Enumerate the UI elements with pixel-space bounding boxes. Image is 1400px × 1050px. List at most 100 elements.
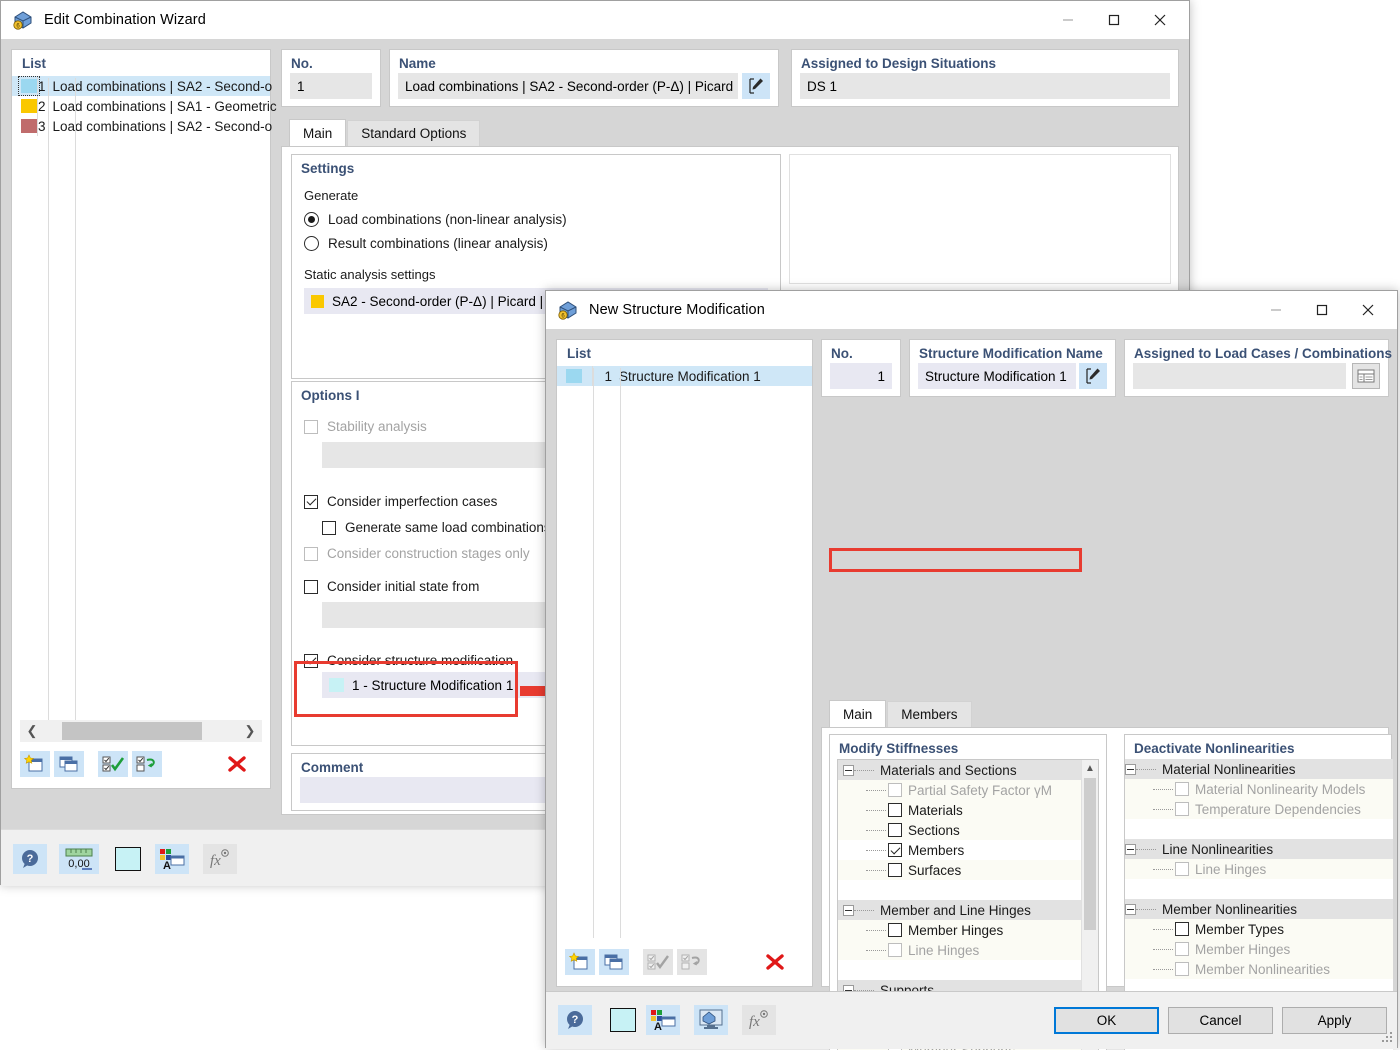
- checkbox-icon[interactable]: [888, 843, 902, 857]
- list-item[interactable]: 1 Structure Modification 1: [557, 366, 812, 386]
- window1-name-field[interactable]: Load combinations | SA2 - Second-order (…: [398, 73, 738, 99]
- select-all-icon[interactable]: [643, 949, 673, 975]
- render-text-icon[interactable]: A: [155, 843, 189, 874]
- window2-tabstrip: Main Members: [829, 700, 973, 727]
- tree-item-sections[interactable]: Sections: [838, 820, 1098, 840]
- collapse-icon[interactable]: [1125, 763, 1136, 775]
- checkbox-icon[interactable]: [1175, 942, 1189, 956]
- collapse-icon[interactable]: [1125, 843, 1136, 855]
- cancel-button[interactable]: Cancel: [1168, 1006, 1273, 1034]
- minimize-button[interactable]: [1045, 1, 1091, 39]
- render-text-icon[interactable]: A: [646, 1005, 680, 1035]
- tree-item-surfaces[interactable]: Surfaces: [838, 860, 1098, 880]
- checkbox-icon[interactable]: [1175, 782, 1189, 796]
- checkbox-icon[interactable]: [1175, 862, 1189, 876]
- collapse-icon[interactable]: [843, 904, 854, 916]
- checkbox-icon[interactable]: [888, 923, 902, 937]
- list-item[interactable]: 1 Load combinations | SA2 - Second-o: [12, 76, 272, 96]
- checkbox-icon[interactable]: [1175, 922, 1189, 936]
- tree-group-member-nonlinearities[interactable]: Member Nonlinearities: [1125, 899, 1393, 919]
- delete-item-icon[interactable]: [760, 949, 790, 975]
- close-button[interactable]: [1137, 1, 1183, 39]
- copy-item-icon[interactable]: [54, 751, 84, 777]
- radio-icon: [304, 212, 319, 227]
- checkbox-icon[interactable]: [888, 823, 902, 837]
- close-button[interactable]: [1345, 291, 1391, 329]
- tree-group-materials-and-sections[interactable]: Materials and Sections: [838, 760, 1098, 780]
- tree-item-member-hinges[interactable]: Member Hinges: [838, 920, 1098, 940]
- radio-load-combinations[interactable]: Load combinations (non-linear analysis): [304, 212, 768, 227]
- checkbox-icon[interactable]: [888, 803, 902, 817]
- window2-bottom-toolbar: ? A fx OK Cancel Apply: [546, 991, 1397, 1049]
- tree-group-line-nonlinearities[interactable]: Line Nonlinearities: [1125, 839, 1393, 859]
- tree-group-member-and-line-hinges[interactable]: Member and Line Hinges: [838, 900, 1098, 920]
- resize-grip-icon[interactable]: [1382, 1032, 1394, 1044]
- checkbox-icon[interactable]: [888, 783, 902, 797]
- collapse-icon[interactable]: [843, 764, 854, 776]
- svg-text:A: A: [654, 1021, 662, 1031]
- window1-no-field[interactable]: 1: [290, 73, 372, 99]
- tab-main[interactable]: Main: [829, 700, 887, 727]
- select-all-icon[interactable]: [98, 751, 128, 777]
- scroll-left-icon[interactable]: ❮: [20, 723, 44, 739]
- window1-preview-panel: [789, 154, 1171, 284]
- deactivate-nonlinearities-title: Deactivate Nonlinearities: [1134, 741, 1295, 756]
- minimize-button[interactable]: [1253, 291, 1299, 329]
- pencil-box-icon[interactable]: [742, 73, 770, 99]
- checkbox-icon[interactable]: [1175, 962, 1189, 976]
- tree-item-partial-safety-factor[interactable]: Partial Safety Factor γM: [838, 780, 1098, 800]
- radio-result-combinations[interactable]: Result combinations (linear analysis): [304, 236, 768, 251]
- svg-text:fx: fx: [749, 1014, 760, 1030]
- invert-selection-icon[interactable]: [132, 751, 162, 777]
- tree-item-member-hinges-deact[interactable]: Member Hinges: [1125, 939, 1393, 959]
- list-horizontal-scrollbar[interactable]: ❮ ❯: [20, 720, 262, 742]
- list-item[interactable]: 2 Load combinations | SA1 - Geometric: [12, 96, 277, 116]
- window2-assigned-field[interactable]: [1133, 363, 1346, 389]
- help-icon[interactable]: ?: [13, 843, 47, 874]
- new-item-icon[interactable]: [20, 751, 50, 777]
- help-icon[interactable]: ?: [558, 1005, 592, 1035]
- units-icon[interactable]: 0,00: [59, 843, 99, 874]
- checkbox-icon[interactable]: [888, 943, 902, 957]
- tree-item-line-hinges[interactable]: Line Hinges: [838, 940, 1098, 960]
- tree-item-temperature-dependencies[interactable]: Temperature Dependencies: [1125, 799, 1393, 819]
- maximize-button[interactable]: [1299, 291, 1345, 329]
- color-swatch-icon[interactable]: [111, 844, 145, 874]
- scroll-up-icon[interactable]: ▲: [1082, 760, 1098, 777]
- tab-main[interactable]: Main: [289, 119, 347, 146]
- tree-item-material-nonlinearity-models[interactable]: Material Nonlinearity Models: [1125, 779, 1393, 799]
- list-item[interactable]: 3 Load combinations | SA2 - Second-o: [12, 116, 272, 136]
- tree-group-material-nonlinearities[interactable]: Material Nonlinearities: [1125, 759, 1393, 779]
- window2-no-field[interactable]: 1: [830, 363, 892, 389]
- window1-titlebar: 6 Edit Combination Wizard: [1, 1, 1189, 39]
- graphic-icon[interactable]: [694, 1005, 728, 1035]
- window1-assigned-field[interactable]: DS 1: [800, 73, 1170, 99]
- invert-selection-icon[interactable]: [677, 949, 707, 975]
- ok-button[interactable]: OK: [1054, 1006, 1159, 1034]
- copy-item-icon[interactable]: [599, 949, 629, 975]
- tab-standard-options[interactable]: Standard Options: [347, 120, 481, 146]
- color-swatch-icon[interactable]: [606, 1005, 640, 1035]
- checkbox-icon[interactable]: [1175, 802, 1189, 816]
- window1-assigned-group: Assigned to Design Situations DS 1: [791, 49, 1179, 107]
- tab-members[interactable]: Members: [887, 701, 972, 727]
- formula-icon[interactable]: fx: [203, 843, 237, 874]
- collapse-icon[interactable]: [1125, 903, 1136, 915]
- pencil-box-icon[interactable]: [1079, 363, 1107, 389]
- new-item-icon[interactable]: [565, 949, 595, 975]
- tree-item-members[interactable]: Members: [838, 840, 1098, 860]
- tree-item-line-hinges-deact[interactable]: Line Hinges: [1125, 859, 1393, 879]
- window2-name-field[interactable]: Structure Modification 1: [918, 363, 1076, 389]
- tree-item-member-types[interactable]: Member Types: [1125, 919, 1393, 939]
- tree-item-member-nonlinearities[interactable]: Member Nonlinearities: [1125, 959, 1393, 979]
- delete-item-icon[interactable]: [222, 751, 252, 777]
- checkbox-icon[interactable]: [888, 863, 902, 877]
- tree-item-materials[interactable]: Materials: [838, 800, 1098, 820]
- color-swatch-icon: [18, 76, 40, 96]
- svg-text:?: ?: [572, 1014, 579, 1026]
- table-picker-icon[interactable]: [1352, 363, 1380, 389]
- scroll-right-icon[interactable]: ❯: [238, 723, 262, 739]
- maximize-button[interactable]: [1091, 1, 1137, 39]
- formula-icon[interactable]: fx: [742, 1005, 776, 1035]
- apply-button[interactable]: Apply: [1282, 1006, 1387, 1034]
